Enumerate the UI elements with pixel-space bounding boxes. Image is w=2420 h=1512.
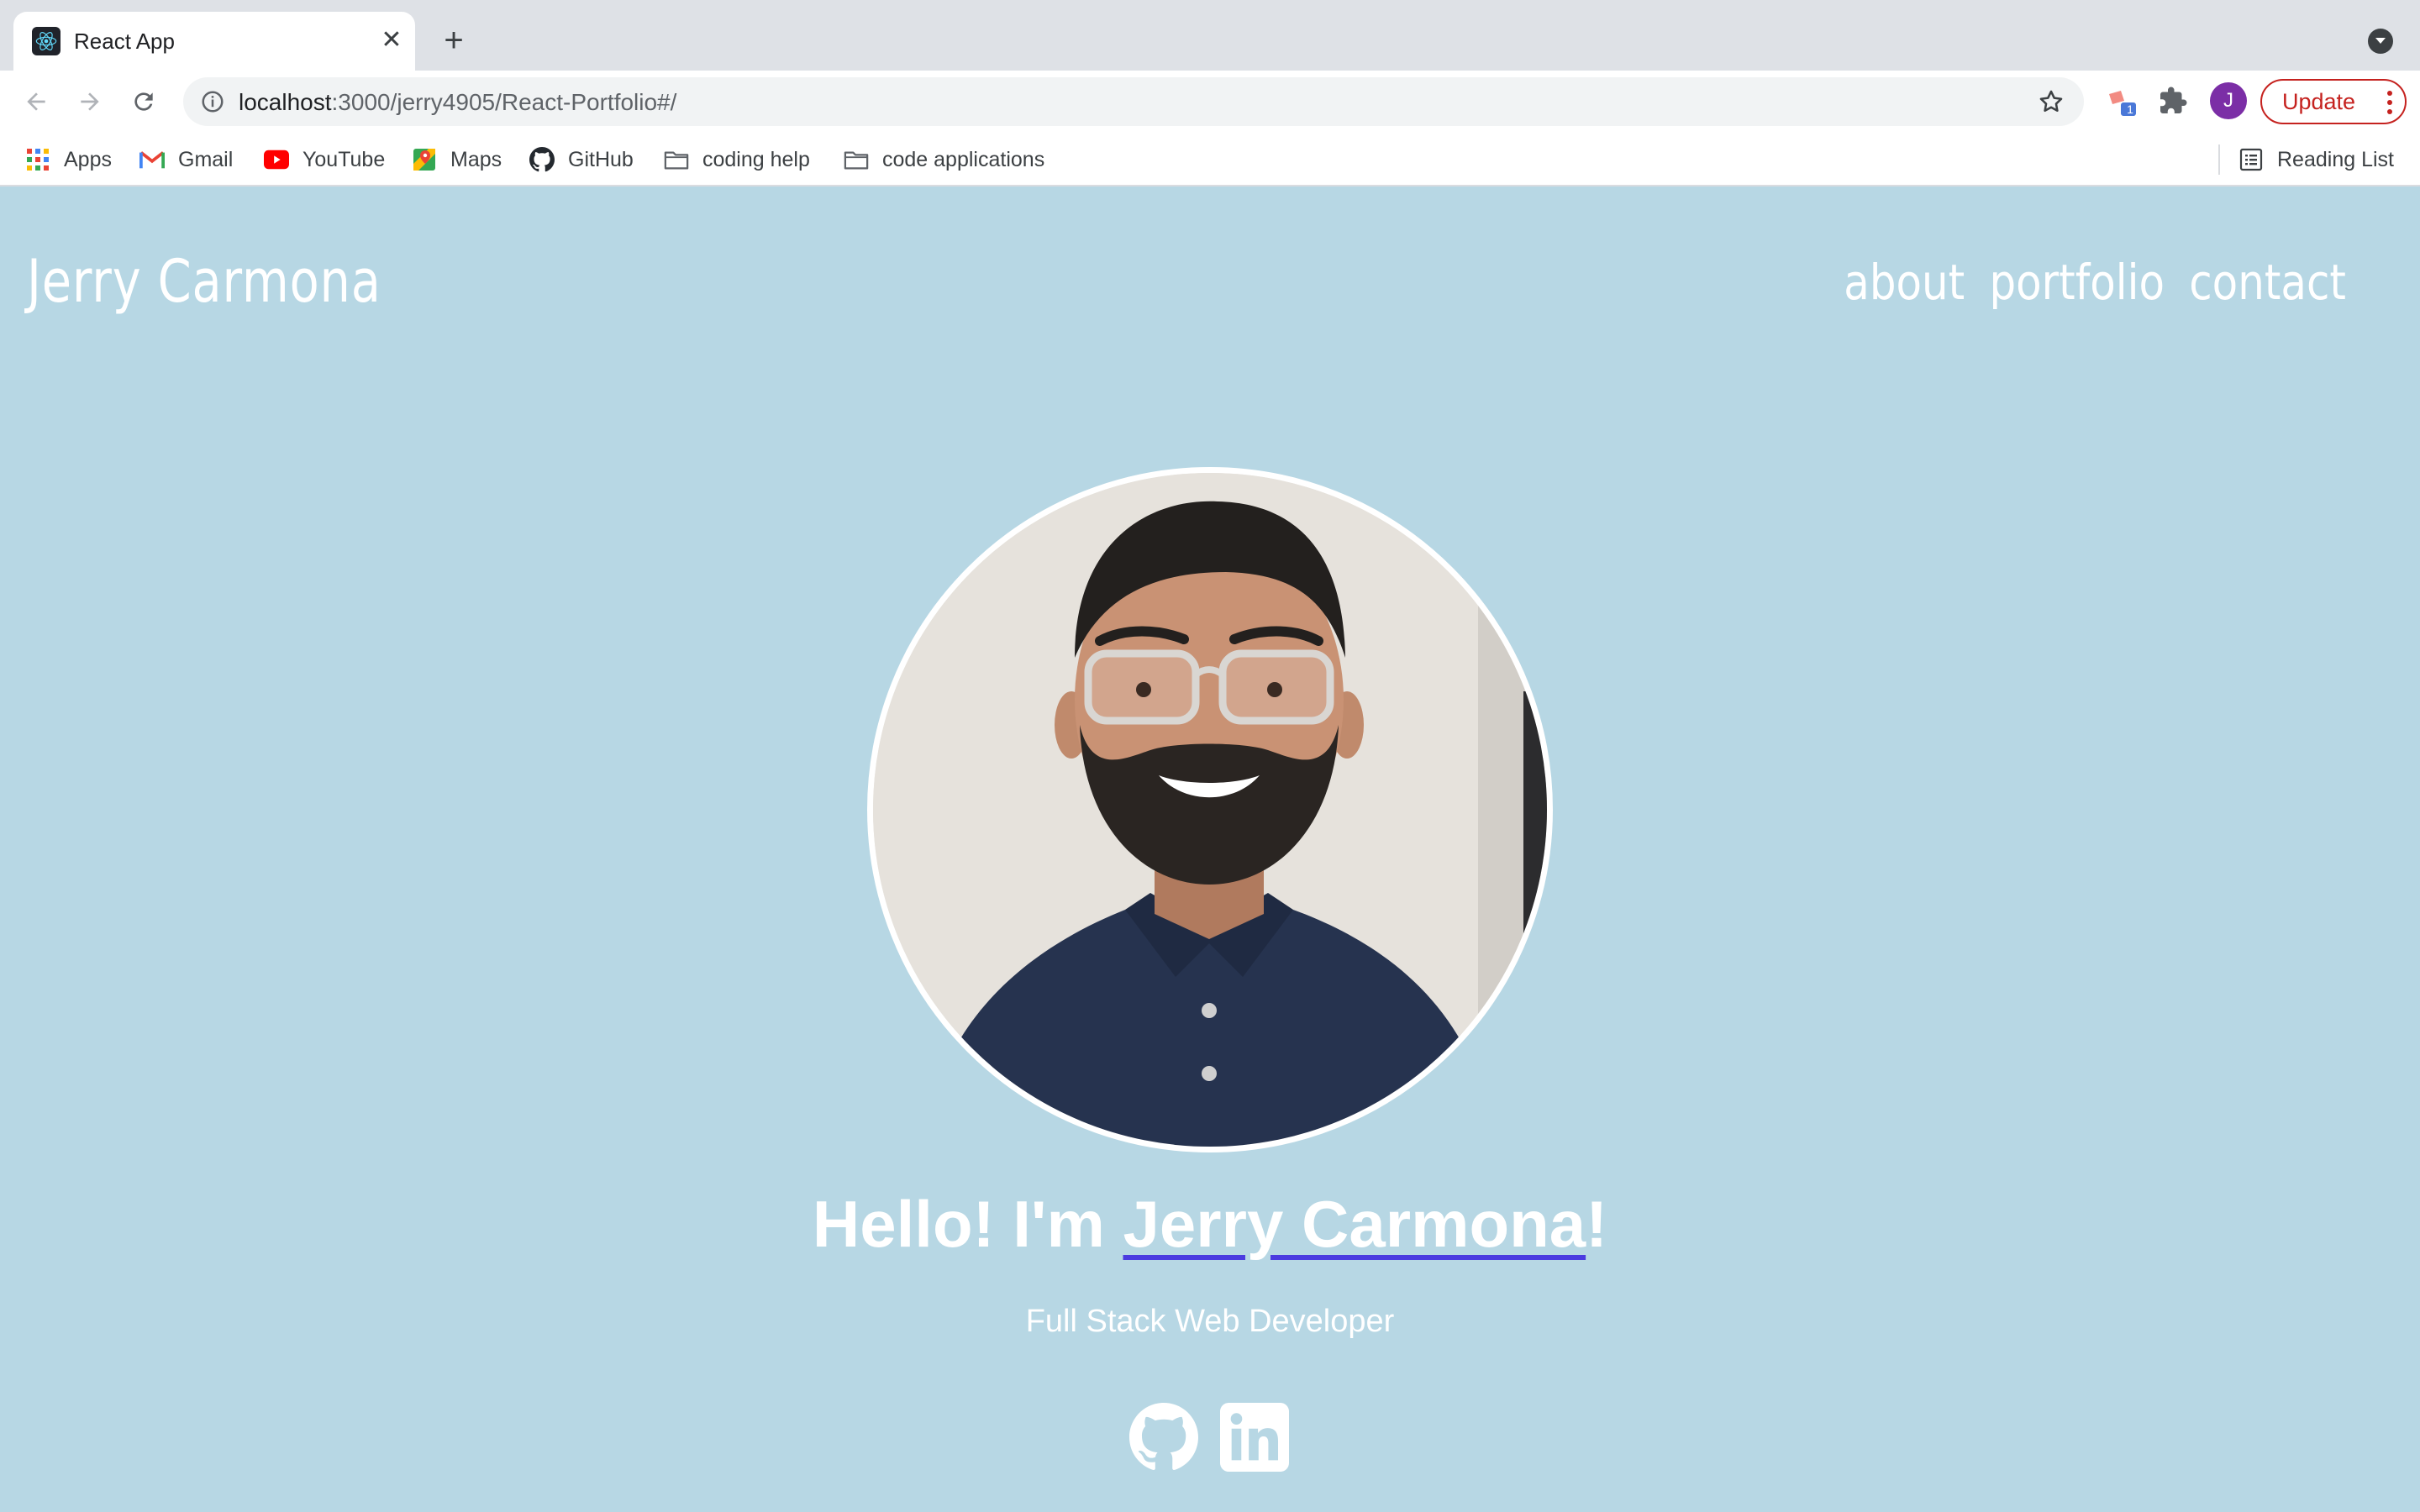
bookmark-label: GitHub: [568, 147, 634, 171]
browser-toolbar: localhost:3000/jerry4905/React-Portfolio…: [0, 71, 2420, 133]
tab-title: React App: [74, 29, 175, 54]
bookmark-gmail[interactable]: Gmail: [139, 144, 233, 175]
bookmark-label: code applications: [882, 147, 1045, 171]
bookmark-star-icon[interactable]: [2037, 87, 2065, 116]
nav-link-contact[interactable]: contact: [2189, 254, 2346, 311]
hero-name: Jerry Carmona: [1123, 1187, 1586, 1261]
close-tab-icon[interactable]: ✕: [376, 25, 407, 55]
update-button-label: Update: [2282, 88, 2356, 114]
bookmark-label: Gmail: [178, 147, 234, 171]
extension-badge-count: 1: [2127, 102, 2133, 116]
bookmark-label: YouTube: [302, 147, 386, 171]
forward-arrow-icon[interactable]: [72, 84, 108, 119]
update-button[interactable]: Update: [2260, 79, 2407, 124]
bookmark-label: Maps: [450, 147, 502, 171]
bookmark-maps[interactable]: Maps: [412, 144, 502, 175]
apps-grid-icon: [25, 147, 50, 172]
browser-tab[interactable]: React App ✕: [13, 12, 415, 71]
github-icon: [529, 147, 555, 172]
back-arrow-icon[interactable]: [18, 84, 54, 119]
reading-list-icon: [2238, 147, 2264, 172]
bookmark-github[interactable]: GitHub: [529, 144, 634, 175]
maps-icon: [412, 147, 437, 172]
extension-badge-icon[interactable]: 1: [2106, 86, 2139, 119]
bookmark-youtube[interactable]: YouTube: [264, 144, 385, 175]
site-nav: about portfolio contact: [1844, 254, 2346, 311]
github-icon[interactable]: [1129, 1403, 1198, 1472]
folder-icon: [664, 147, 689, 172]
bookmark-apps[interactable]: Apps: [25, 144, 112, 175]
hero-greeting: Hello! I'm Jerry Carmona!: [812, 1187, 1608, 1261]
reload-icon[interactable]: [126, 84, 161, 119]
portfolio-page: Jerry Carmona about portfolio contact He…: [0, 186, 2420, 1512]
tab-search-icon[interactable]: [2368, 29, 2393, 54]
nav-link-portfolio[interactable]: portfolio: [1990, 254, 2165, 311]
linkedin-icon[interactable]: [1220, 1403, 1289, 1472]
url-text[interactable]: localhost:3000/jerry4905/React-Portfolio…: [239, 89, 676, 116]
extensions-puzzle-icon[interactable]: [2158, 86, 2191, 119]
react-favicon-icon: [32, 27, 60, 55]
hero-subtitle: Full Stack Web Developer: [1025, 1304, 1395, 1339]
gmail-icon: [139, 147, 165, 172]
new-tab-icon[interactable]: +: [437, 24, 471, 57]
bookmark-label: coding help: [702, 147, 810, 171]
site-info-icon[interactable]: [200, 89, 225, 114]
profile-photo: [867, 467, 1553, 1152]
bookmarks-divider: [2218, 144, 2220, 175]
reading-list-label: Reading List: [2277, 147, 2394, 171]
bookmark-folder-code-applications[interactable]: code applications: [844, 144, 1044, 175]
bookmarks-bar: Apps Gmail YouTube Maps GitHub coding he…: [0, 133, 2420, 186]
reading-list-button[interactable]: Reading List: [2238, 144, 2394, 175]
youtube-icon: [264, 147, 289, 172]
profile-avatar[interactable]: J: [2210, 82, 2247, 119]
address-bar[interactable]: localhost:3000/jerry4905/React-Portfolio…: [183, 77, 2084, 126]
nav-link-about[interactable]: about: [1844, 254, 1965, 311]
social-links: [1129, 1403, 1291, 1478]
bookmark-folder-coding-help[interactable]: coding help: [664, 144, 810, 175]
folder-icon: [844, 147, 869, 172]
bookmark-label: Apps: [64, 147, 112, 171]
more-menu-icon[interactable]: [2386, 91, 2393, 114]
browser-tab-strip: React App ✕ +: [0, 0, 2420, 71]
site-title[interactable]: Jerry Carmona: [27, 247, 381, 316]
